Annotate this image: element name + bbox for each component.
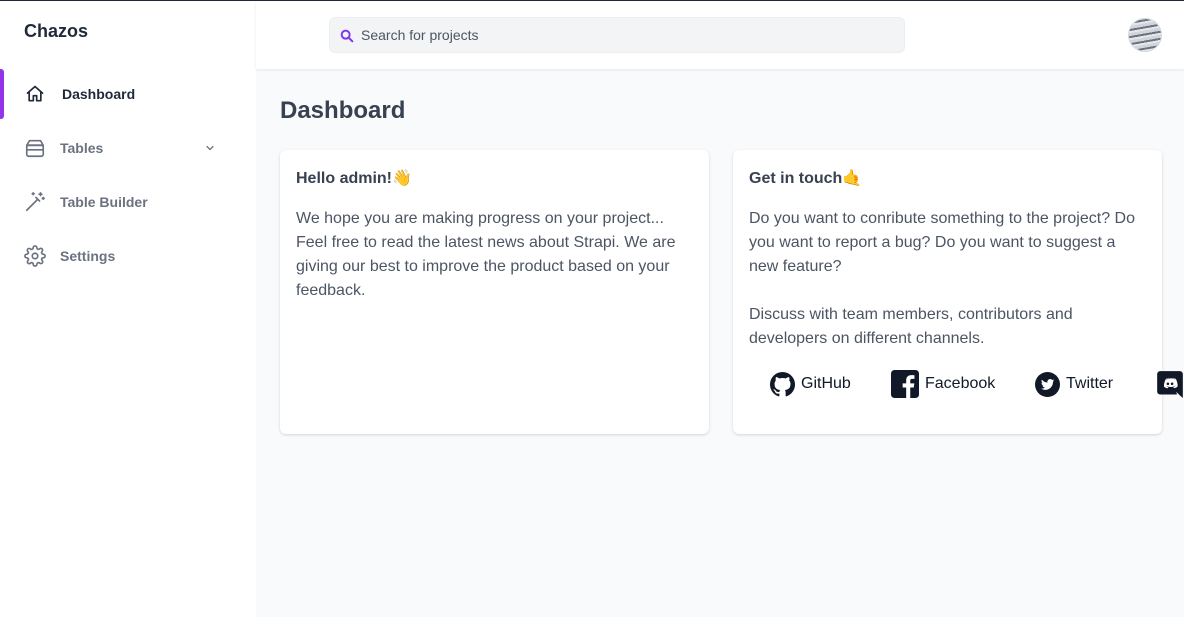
sidebar-item-label: Table Builder: [60, 194, 148, 210]
avatar[interactable]: [1129, 19, 1161, 51]
home-icon: [24, 83, 46, 105]
github-label: GitHub: [801, 375, 851, 392]
sidebar: Chazos Dashboard Tables Table Builder Se…: [0, 1, 256, 617]
sidebar-item-dashboard[interactable]: Dashboard: [0, 69, 256, 119]
card-paragraph: Do you want to conribute something to th…: [749, 210, 1135, 275]
facebook-link[interactable]: Facebook: [891, 370, 996, 398]
search-icon: [339, 28, 355, 44]
card-body: We hope you are making progress on your …: [296, 207, 696, 303]
twitter-link[interactable]: Twitter: [1035, 371, 1113, 397]
page-title: Dashboard: [280, 97, 406, 124]
database-icon: [24, 137, 46, 159]
sidebar-nav: Dashboard Tables Table Builder Settings: [0, 69, 256, 281]
github-link[interactable]: GitHub: [770, 371, 851, 397]
sidebar-item-settings[interactable]: Settings: [0, 231, 256, 281]
search-box[interactable]: [329, 17, 905, 53]
discord-icon: [1157, 371, 1183, 398]
facebook-label: Facebook: [925, 375, 996, 392]
card-paragraph: Discuss with team members, contributors …: [749, 306, 1073, 347]
github-icon: [770, 371, 795, 396]
chevron-down-icon[interactable]: [204, 142, 232, 154]
card-paragraph: We hope you are making progress on your …: [296, 210, 676, 299]
sidebar-item-label: Dashboard: [62, 86, 136, 102]
sidebar-item-table-builder[interactable]: Table Builder: [0, 177, 256, 227]
top-bar: [256, 1, 1184, 69]
twitter-icon: [1035, 371, 1060, 397]
card-body: Do you want to conribute something to th…: [749, 207, 1149, 351]
sidebar-item-label: Tables: [60, 140, 104, 156]
search-input[interactable]: [361, 18, 891, 52]
get-in-touch-card: Get in touch🤙 Do you want to conribute s…: [733, 150, 1183, 434]
card-title: Get in touch🤙: [749, 170, 863, 187]
gear-icon: [24, 245, 46, 267]
card-title: Hello admin!👋: [296, 170, 412, 187]
magic-wand-icon: [24, 191, 46, 213]
brand-logo[interactable]: Chazos: [24, 21, 88, 42]
app-root: Chazos Dashboard Tables Table Builder Se…: [0, 0, 1184, 617]
sidebar-item-label: Settings: [60, 248, 116, 264]
twitter-label: Twitter: [1066, 375, 1114, 392]
welcome-card: Hello admin!👋 We hope you are making pro…: [280, 150, 709, 434]
facebook-icon: [891, 370, 919, 398]
discord-link[interactable]: [1156, 371, 1184, 398]
sidebar-item-tables[interactable]: Tables: [0, 123, 256, 173]
